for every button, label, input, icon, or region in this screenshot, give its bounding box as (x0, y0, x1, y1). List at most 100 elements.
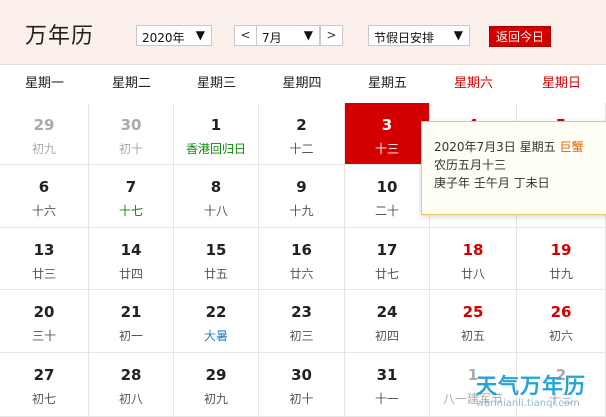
day-cell[interactable]: 14 廿四 (89, 228, 174, 290)
day-cell[interactable]: 29 初九 (174, 353, 259, 417)
lunar-date: 初四 (374, 329, 399, 343)
day-cell[interactable]: 20 三十 (0, 290, 89, 353)
day-cell[interactable]: 16 廿六 (259, 228, 345, 290)
day-cell[interactable]: 28 初八 (89, 353, 174, 417)
calendar-header: 万年历 2020年 ▼ < 7月 ▼ > 节假日安排 ▼ 返回今日 (0, 0, 606, 65)
popup-lunar-line: 农历五月十三 (434, 158, 507, 172)
lunar-date: 十九 (289, 204, 314, 218)
day-number: 26 (550, 303, 572, 321)
day-cell[interactable]: 29 初九 (0, 103, 89, 165)
day-number: 8 (210, 178, 222, 196)
date-detail-popup: 2020年7月3日 星期五 巨蟹 农历五月十三 庚子年 壬午月 丁未日 (421, 121, 606, 215)
day-cell[interactable]: 31 十一 (345, 353, 430, 417)
day-number: 15 (205, 241, 227, 259)
lunar-date: 三十 (31, 329, 56, 343)
day-cell[interactable]: 26 初六 (517, 290, 606, 353)
lunar-date: 十一 (374, 392, 399, 406)
lunar-date: 初九 (31, 142, 56, 156)
next-month-button[interactable]: > (320, 25, 343, 46)
weekday-thu: 星期四 (282, 76, 322, 91)
popup-zodiac-tag: 巨蟹 (559, 140, 584, 154)
day-cell[interactable]: 15 廿五 (174, 228, 259, 290)
lunar-date: 十二 (289, 142, 314, 156)
day-cell[interactable]: 13 廿三 (0, 228, 89, 290)
day-cell[interactable]: 8 十八 (174, 165, 259, 228)
day-cell[interactable]: 6 十六 (0, 165, 89, 228)
day-cell[interactable]: 18 廿八 (430, 228, 517, 290)
lunar-date: 廿八 (460, 267, 485, 281)
day-cell[interactable]: 30 初十 (259, 353, 345, 417)
day-number: 18 (462, 241, 484, 259)
lunar-date: 初六 (548, 329, 573, 343)
day-cell[interactable]: 23 初三 (259, 290, 345, 353)
day-number: 1 (210, 116, 222, 134)
chevron-down-icon: ▼ (453, 28, 463, 42)
back-to-today-button[interactable]: 返回今日 (489, 26, 551, 47)
month-select-value: 7月 (262, 31, 282, 45)
day-number: 30 (291, 366, 312, 384)
popup-date-line: 2020年7月3日 星期五 (434, 140, 556, 154)
weekday-fri: 星期五 (367, 76, 407, 91)
day-cell[interactable]: 21 初一 (89, 290, 174, 353)
lunar-date: 廿四 (118, 267, 143, 281)
day-number: 21 (120, 303, 142, 321)
lunar-date: 大暑 (203, 329, 228, 343)
day-cell[interactable]: 7 十七 (89, 165, 174, 228)
day-number: 30 (120, 116, 142, 134)
lunar-date: 香港回归日 (185, 142, 246, 156)
day-number: 19 (550, 241, 572, 259)
watermark-logo-text: 天气万年历 (476, 374, 586, 398)
day-number: 16 (291, 241, 312, 259)
day-cell[interactable]: 2 十二 (259, 103, 345, 165)
lunar-date: 初三 (289, 329, 314, 343)
day-number: 14 (120, 241, 142, 259)
weekday-tue: 星期二 (111, 76, 151, 91)
day-number: 28 (120, 366, 142, 384)
lunar-date: 十七 (118, 204, 143, 218)
lunar-date: 初九 (203, 392, 228, 406)
day-number: 29 (33, 116, 55, 134)
lunar-date: 初八 (118, 392, 143, 406)
holiday-select[interactable]: 节假日安排 ▼ (368, 25, 470, 46)
day-cell[interactable]: 1 香港回归日 (174, 103, 259, 165)
day-number: 7 (125, 178, 137, 196)
lunar-date: 初七 (31, 392, 56, 406)
day-number: 25 (462, 303, 484, 321)
day-cell[interactable]: 9 十九 (259, 165, 345, 228)
day-number: 2 (296, 116, 307, 134)
lunar-date: 廿五 (203, 267, 228, 281)
day-cell[interactable]: 10 二十 (345, 165, 430, 228)
day-cell[interactable]: 27 初七 (0, 353, 89, 417)
day-cell[interactable]: 19 廿九 (517, 228, 606, 290)
day-cell[interactable]: 3 十三 (345, 103, 430, 165)
day-cell[interactable]: 22 大暑 (174, 290, 259, 353)
year-select[interactable]: 2020年 ▼ (136, 25, 212, 46)
weekday-wed: 星期三 (196, 76, 236, 91)
prev-month-button[interactable]: < (234, 25, 257, 46)
month-select[interactable]: 7月 ▼ (256, 25, 320, 46)
watermark-logo: 天气万年历 wannianli.tianqi.com (472, 370, 602, 414)
day-cell[interactable]: 17 廿七 (345, 228, 430, 290)
day-number: 23 (291, 303, 312, 321)
lunar-date: 十八 (203, 204, 228, 218)
day-number: 17 (376, 241, 398, 259)
lunar-date: 二十 (374, 204, 399, 218)
chevron-down-icon: ▼ (303, 28, 313, 42)
day-number: 22 (205, 303, 227, 321)
day-number: 20 (33, 303, 55, 321)
weekday-header-row: 星期一 星期二 星期三 星期四 星期五 星期六 星期日 (0, 65, 606, 103)
year-select-value: 2020年 (142, 31, 185, 45)
weekday-mon: 星期一 (24, 76, 64, 91)
day-cell[interactable]: 25 初五 (430, 290, 517, 353)
weekday-sun: 星期日 (541, 76, 581, 91)
lunar-date: 初十 (118, 142, 143, 156)
lunar-date: 初十 (289, 392, 314, 406)
day-number: 9 (296, 178, 307, 196)
day-cell[interactable]: 30 初十 (89, 103, 174, 165)
day-number: 24 (376, 303, 398, 321)
day-number: 31 (376, 366, 398, 384)
watermark-url: wannianli.tianqi.com (476, 398, 580, 409)
lunar-date: 十三 (374, 142, 399, 156)
lunar-date: 初一 (118, 329, 143, 343)
day-cell[interactable]: 24 初四 (345, 290, 430, 353)
